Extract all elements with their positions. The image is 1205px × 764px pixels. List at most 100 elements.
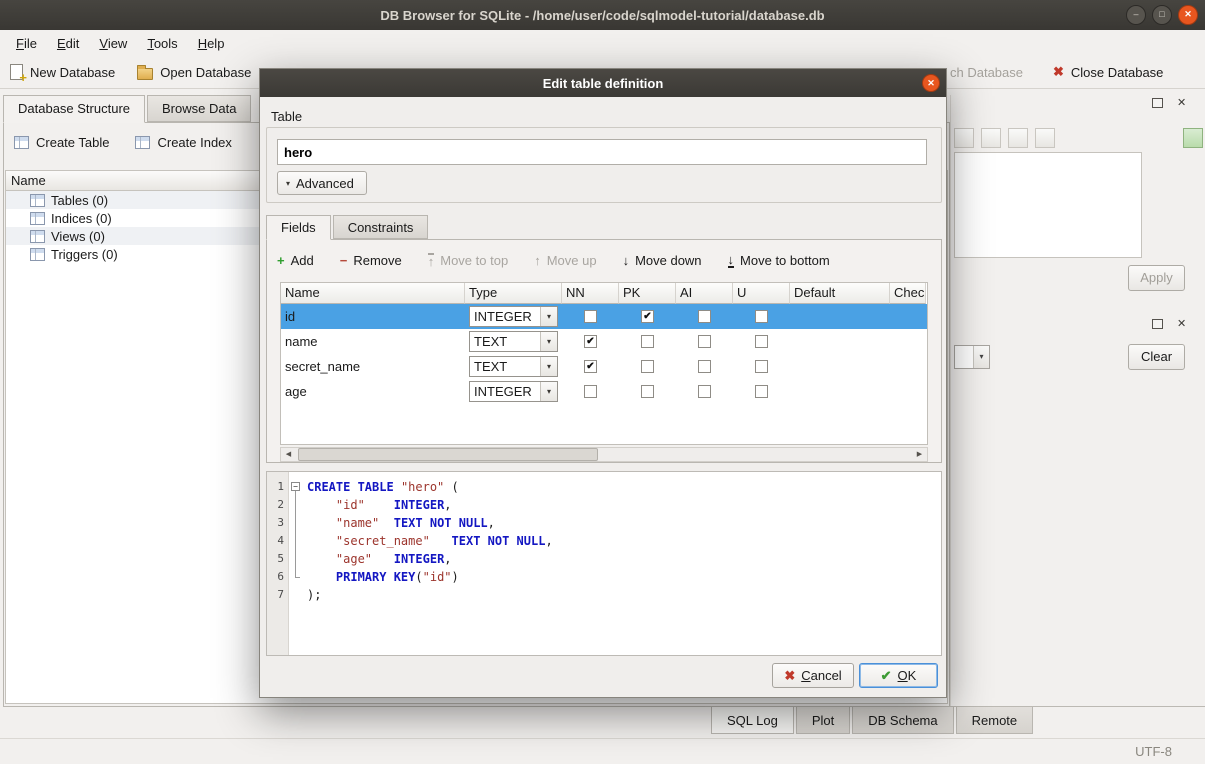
column-header-type[interactable]: Type — [465, 283, 562, 304]
sql-code-line: "id" INTEGER, — [307, 496, 941, 514]
nn-checkbox[interactable] — [584, 385, 597, 398]
filter-combobox-fragment[interactable]: ▾ — [954, 345, 990, 369]
u-checkbox[interactable] — [755, 310, 768, 323]
chevron-down-icon[interactable]: ▾ — [540, 332, 557, 351]
menu-tools[interactable]: Tools — [137, 32, 187, 55]
type-combobox-value: TEXT — [470, 359, 540, 374]
nn-checkbox[interactable] — [584, 310, 597, 323]
column-header-name[interactable]: Name — [281, 283, 465, 304]
field-row-name[interactable]: nameTEXT▾✔ — [281, 329, 927, 354]
field-type-cell: INTEGER▾ — [465, 304, 562, 329]
field-name-cell: secret_name — [281, 354, 465, 379]
dialog-close-button[interactable]: ✕ — [922, 74, 940, 92]
field-nn-cell: ✔ — [562, 329, 619, 354]
window-titlebar[interactable]: DB Browser for SQLite - /home/user/code/… — [0, 0, 1205, 30]
dock-controls-top: ✕ — [1152, 98, 1186, 108]
scroll-left-arrow[interactable]: ◀ — [281, 448, 296, 461]
apply-cell-icon[interactable] — [1183, 128, 1203, 148]
set-null-icon[interactable] — [1008, 128, 1028, 148]
minimize-button[interactable]: – — [1126, 5, 1146, 25]
pk-checkbox[interactable] — [641, 385, 654, 398]
type-combobox[interactable]: INTEGER▾ — [469, 381, 558, 402]
type-combobox[interactable]: TEXT▾ — [469, 356, 558, 377]
column-header-check[interactable]: Check — [890, 283, 926, 304]
column-header-pk[interactable]: PK — [619, 283, 676, 304]
bottom-tab-db-schema[interactable]: DB Schema — [852, 707, 953, 734]
ai-checkbox[interactable] — [698, 310, 711, 323]
column-header-default[interactable]: Default — [790, 283, 890, 304]
sql-preview[interactable]: 1234567 − CREATE TABLE "hero" ( "id" INT… — [266, 471, 942, 656]
dock-close-icon[interactable]: ✕ — [1177, 98, 1186, 108]
column-header-ai[interactable]: AI — [676, 283, 733, 304]
field-name-cell: age — [281, 379, 465, 404]
scroll-track[interactable] — [296, 448, 912, 461]
menu-help[interactable]: Help — [188, 32, 235, 55]
create-table-button[interactable]: Create Table — [14, 135, 109, 150]
cell-editor-area[interactable] — [954, 152, 1142, 258]
table-name-input[interactable] — [277, 139, 927, 165]
chevron-down-icon[interactable]: ▾ — [540, 357, 557, 376]
type-combobox[interactable]: TEXT▾ — [469, 331, 558, 352]
new-database-button[interactable]: New Database — [10, 64, 115, 80]
cancel-button[interactable]: ✖ Cancel — [772, 663, 854, 688]
move-down-button[interactable]: ↓Move down — [623, 253, 702, 268]
close-window-button[interactable]: ✕ — [1178, 5, 1198, 25]
type-combobox[interactable]: INTEGER▾ — [469, 306, 558, 327]
chevron-down-icon[interactable]: ▾ — [540, 382, 557, 401]
menu-edit[interactable]: Edit — [47, 32, 89, 55]
column-header-nn[interactable]: NN — [562, 283, 619, 304]
field-row-age[interactable]: ageINTEGER▾ — [281, 379, 927, 404]
ok-button[interactable]: ✔ OK — [859, 663, 938, 688]
tab-constraints[interactable]: Constraints — [333, 215, 429, 239]
pk-checkbox[interactable] — [641, 335, 654, 348]
bottom-tab-plot[interactable]: Plot — [796, 707, 850, 734]
column-header-u[interactable]: U — [733, 283, 790, 304]
nn-checkbox[interactable]: ✔ — [584, 360, 597, 373]
u-checkbox[interactable] — [755, 385, 768, 398]
field-row-id[interactable]: idINTEGER▾✔ — [281, 304, 927, 329]
ai-checkbox[interactable] — [698, 385, 711, 398]
tab-database-structure[interactable]: Database Structure — [3, 95, 145, 123]
dock-float-icon[interactable] — [1152, 319, 1163, 329]
import-icon[interactable] — [954, 128, 974, 148]
ai-checkbox[interactable] — [698, 360, 711, 373]
grid-horizontal-scrollbar[interactable]: ◀ ▶ — [280, 447, 928, 462]
pk-checkbox[interactable]: ✔ — [641, 310, 654, 323]
menu-view[interactable]: View — [89, 32, 137, 55]
scroll-right-arrow[interactable]: ▶ — [912, 448, 927, 461]
u-checkbox[interactable] — [755, 335, 768, 348]
export-icon[interactable] — [981, 128, 1001, 148]
nn-checkbox[interactable]: ✔ — [584, 335, 597, 348]
bottom-tab-remote[interactable]: Remote — [956, 707, 1034, 734]
add-button[interactable]: +Add — [277, 253, 314, 268]
close-database-button[interactable]: ✖ Close Database — [1053, 64, 1163, 80]
ai-checkbox[interactable] — [698, 335, 711, 348]
fold-collapse-icon[interactable]: − — [291, 482, 300, 491]
tab-browse-data[interactable]: Browse Data — [147, 95, 251, 122]
open-database-button[interactable]: Open Database — [137, 64, 251, 80]
pk-checkbox[interactable] — [641, 360, 654, 373]
tab-fields[interactable]: Fields — [266, 215, 331, 240]
menu-file[interactable]: File — [6, 32, 47, 55]
move-to-bottom-button[interactable]: ↓Move to bottom — [728, 253, 830, 268]
field-pk-cell: ✔ — [619, 304, 676, 329]
remove-button[interactable]: −Remove — [340, 253, 402, 268]
advanced-button[interactable]: ▾ Advanced — [277, 171, 367, 195]
bottom-tab-sql-log[interactable]: SQL Log — [711, 707, 794, 734]
chevron-down-icon[interactable]: ▾ — [540, 307, 557, 326]
move-up-icon: ↑ — [534, 254, 541, 267]
field-ai-cell — [676, 379, 733, 404]
tree-item-label: Indices (0) — [51, 211, 112, 226]
clear-button[interactable]: Clear — [1128, 344, 1185, 370]
dock-float-icon[interactable] — [1152, 98, 1163, 108]
print-icon[interactable] — [1035, 128, 1055, 148]
field-row-secret_name[interactable]: secret_nameTEXT▾✔ — [281, 354, 927, 379]
u-checkbox[interactable] — [755, 360, 768, 373]
type-combobox-value: TEXT — [470, 334, 540, 349]
dock-close-icon[interactable]: ✕ — [1177, 319, 1186, 329]
dialog-titlebar[interactable]: Edit table definition ✕ — [260, 69, 946, 97]
edit-cell-toolbar — [954, 128, 1055, 148]
maximize-button[interactable]: □ — [1152, 5, 1172, 25]
scroll-thumb[interactable] — [298, 448, 598, 461]
create-index-button[interactable]: Create Index — [135, 135, 231, 150]
